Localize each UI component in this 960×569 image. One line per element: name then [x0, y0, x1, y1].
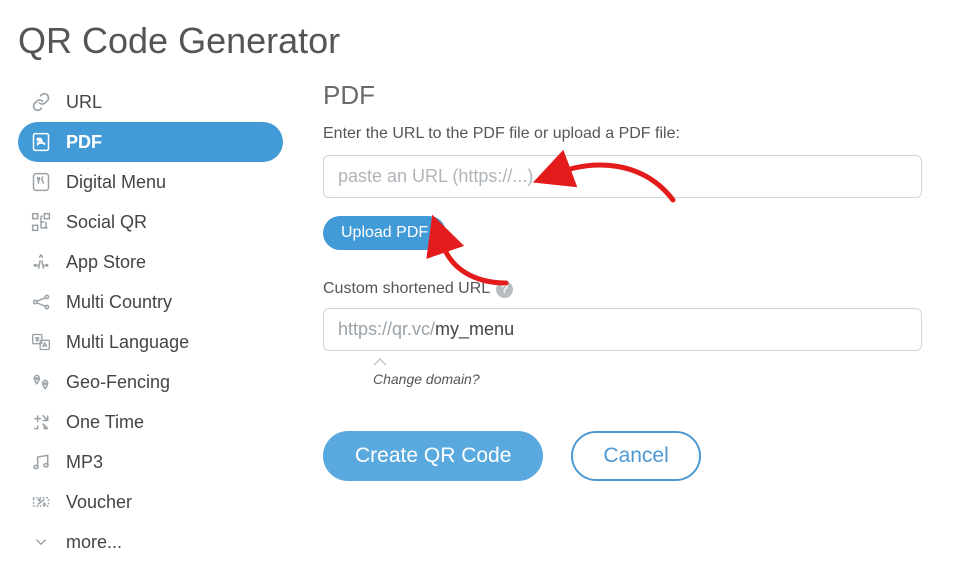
sidebar-item-multi-language[interactable]: Multi Language [18, 322, 283, 362]
section-title: PDF [323, 80, 922, 111]
one-time-icon [28, 412, 54, 432]
url-field-label: Enter the URL to the PDF file or upload … [323, 125, 922, 143]
voucher-icon [28, 492, 54, 512]
page-title: QR Code Generator [0, 0, 960, 72]
main-panel: PDF Enter the URL to the PDF file or upl… [283, 72, 942, 562]
music-icon [28, 452, 54, 472]
sidebar-item-multi-country[interactable]: Multi Country [18, 282, 283, 322]
sidebar-item-label: App Store [66, 252, 146, 273]
sidebar-item-app-store[interactable]: App Store [18, 242, 283, 282]
sidebar-item-mp3[interactable]: MP3 [18, 442, 283, 482]
sidebar-item-social-qr[interactable]: Social QR [18, 202, 283, 242]
sidebar-item-label: Voucher [66, 492, 132, 513]
chevron-down-icon [28, 533, 54, 551]
sidebar-item-label: Multi Country [66, 292, 172, 313]
sidebar-item-digital-menu[interactable]: Digital Menu [18, 162, 283, 202]
sidebar-item-pdf[interactable]: PDF [18, 122, 283, 162]
multi-language-icon [28, 332, 54, 352]
sidebar-item-url[interactable]: URL [18, 82, 283, 122]
geo-fencing-icon [28, 372, 54, 392]
sidebar-item-one-time[interactable]: One Time [18, 402, 283, 442]
multi-country-icon [28, 292, 54, 312]
pdf-url-input[interactable] [323, 155, 922, 198]
custom-url-input-wrapper: https://qr.vc/ [323, 308, 922, 351]
sidebar-item-label: more... [66, 532, 122, 553]
social-icon [28, 212, 54, 232]
sidebar-item-label: Geo-Fencing [66, 372, 170, 393]
sidebar-item-label: MP3 [66, 452, 103, 473]
sidebar-item-label: Multi Language [66, 332, 189, 353]
sidebar-item-label: PDF [66, 132, 102, 153]
sidebar-item-label: Social QR [66, 212, 147, 233]
custom-url-input[interactable] [435, 309, 921, 350]
sidebar-item-voucher[interactable]: Voucher [18, 482, 283, 522]
caret-indicator [373, 353, 922, 371]
upload-pdf-button[interactable]: Upload PDF [323, 216, 446, 250]
cancel-button[interactable]: Cancel [571, 431, 700, 481]
sidebar-item-more[interactable]: more... [18, 522, 283, 562]
sidebar-item-label: Digital Menu [66, 172, 166, 193]
sidebar: URL PDF Digital Menu Social QR App Store [18, 72, 283, 562]
help-icon[interactable]: ? [496, 281, 513, 298]
sidebar-item-label: URL [66, 92, 102, 113]
pdf-icon [28, 132, 54, 152]
custom-url-label: Custom shortened URL [323, 280, 490, 298]
change-domain-link[interactable]: Change domain? [373, 371, 480, 387]
sidebar-item-label: One Time [66, 412, 144, 433]
sidebar-item-geo-fencing[interactable]: Geo-Fencing [18, 362, 283, 402]
custom-url-prefix: https://qr.vc/ [324, 309, 435, 350]
link-icon [28, 92, 54, 112]
menu-icon [28, 172, 54, 192]
create-qr-button[interactable]: Create QR Code [323, 431, 543, 481]
app-store-icon [28, 252, 54, 272]
